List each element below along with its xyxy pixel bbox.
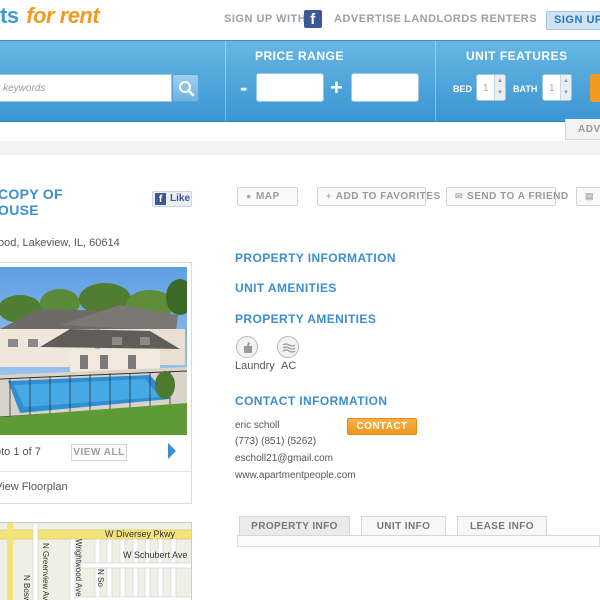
search-icon	[179, 81, 195, 97]
signup-with-facebook-link[interactable]: SIGN UP WITH	[224, 13, 306, 25]
unit-amenities-heading[interactable]: UNIT AMENITIES	[235, 281, 337, 295]
laundry-icon	[236, 336, 258, 358]
map-street-label: W Schubert Ave	[123, 550, 188, 560]
view-all-photos-button[interactable]: VIEW ALL	[71, 444, 127, 461]
map-button-label: MAP	[255, 191, 280, 202]
find-button[interactable]	[590, 74, 600, 102]
stepper-arrows-icon[interactable]: ▲ ▼	[494, 75, 505, 100]
signup-button[interactable]: SIGN UP	[546, 11, 600, 30]
map-street-label: N So	[96, 569, 105, 587]
price-range-title: PRICE RANGE	[255, 49, 344, 63]
unit-features-title: UNIT FEATURES	[466, 49, 568, 63]
map-street-label: Wrightwood Ave	[74, 539, 83, 597]
location-map[interactable]: W Diversey Pkwy W Schubert Ave N Boswort…	[0, 522, 192, 600]
gray-strip	[0, 141, 600, 155]
property-address: ood, Lakeview, IL, 60614	[0, 237, 120, 249]
send-to-friend-button[interactable]: ✉ SEND TO A FRIEND	[446, 187, 568, 206]
map-street-label: N Bosworth Av	[22, 575, 31, 600]
band-divider	[435, 41, 436, 121]
like-label: Like	[170, 193, 191, 204]
keyword-search-input[interactable]: r keywords	[0, 74, 172, 102]
bath-label: BATH	[513, 84, 538, 94]
bed-stepper[interactable]: 1 ▲ ▼	[476, 74, 506, 101]
price-min-input[interactable]	[256, 73, 324, 102]
view-floorplan-link[interactable]: View Floorplan	[0, 481, 68, 493]
ac-icon	[277, 336, 299, 358]
map-street-label: W Diversey Pkwy	[105, 529, 176, 539]
bath-value: 1	[549, 83, 555, 94]
property-amenities-heading[interactable]: PROPERTY AMENITIES	[235, 312, 376, 326]
keyword-placeholder: r keywords	[0, 83, 46, 94]
add-favorites-label: ADD TO FAVORITES	[335, 191, 441, 202]
card-divider	[0, 471, 191, 472]
search-button[interactable]	[172, 74, 199, 102]
add-to-favorites-button[interactable]: + ADD TO FAVORITES	[317, 187, 440, 206]
property-title-line1: COPY OF	[0, 186, 63, 202]
property-title: COPY OF OUSE	[0, 186, 108, 218]
bed-label: BED	[453, 84, 473, 94]
stepper-arrows-icon[interactable]: ▲ ▼	[560, 75, 571, 100]
map-button[interactable]: ● MAP	[237, 187, 298, 206]
amenity-label: Laundry	[235, 360, 275, 372]
logo-text-part1: ts	[0, 3, 19, 28]
print-icon: ▤	[585, 191, 595, 201]
plus-icon: +	[326, 191, 332, 201]
signup-with-label: SIGN UP WITH	[224, 13, 307, 25]
property-information-heading[interactable]: PROPERTY INFORMATION	[235, 251, 396, 265]
photo-gallery-card: oto 1 of 7 VIEW ALL View Floorplan	[0, 262, 192, 504]
map-street-label: N Greenview Ave	[41, 543, 50, 600]
band-divider	[225, 41, 226, 121]
amenity-label: AC	[281, 360, 297, 372]
top-header: ts for rent SIGN UP WITH f ADVERTISE LAN…	[0, 0, 600, 40]
contact-phone: (773) (851) (5262)	[235, 436, 317, 447]
facebook-icon: f	[155, 193, 166, 205]
landlords-link[interactable]: LANDLORDS	[404, 13, 478, 25]
advanced-search-button[interactable]: ADVA	[565, 119, 600, 140]
facebook-like-button[interactable]: f Like	[152, 191, 192, 207]
logo-text-part2: for rent	[26, 3, 100, 28]
tab-lease-info[interactable]: LEASE INFO	[457, 516, 547, 536]
envelope-icon: ✉	[455, 191, 464, 201]
contact-email[interactable]: escholl21@gmail.com	[235, 453, 333, 464]
search-band: r keywords PRICE RANGE - + UNIT FEATURES…	[0, 40, 600, 122]
contact-us-button[interactable]: CONTACT US	[347, 418, 417, 447]
contact-name: eric scholl	[235, 420, 280, 431]
property-photo-image	[0, 267, 187, 435]
price-max-input[interactable]	[351, 73, 419, 102]
minus-icon: -	[240, 75, 248, 100]
contact-website[interactable]: www.apartmentpeople.com	[235, 470, 356, 481]
map-pin-icon: ●	[246, 191, 252, 201]
next-photo-arrow-icon[interactable]	[168, 443, 176, 459]
facebook-icon[interactable]: f	[304, 10, 322, 28]
tab-panel	[237, 535, 600, 547]
tab-unit-info[interactable]: UNIT INFO	[361, 516, 446, 536]
send-friend-label: SEND TO A FRIEND	[467, 191, 569, 202]
renters-link[interactable]: RENTERS	[481, 13, 537, 25]
bath-stepper[interactable]: 1 ▲ ▼	[542, 74, 572, 101]
property-title-line2: OUSE	[0, 202, 39, 218]
bed-value: 1	[483, 83, 489, 94]
site-logo[interactable]: ts for rent	[0, 3, 100, 29]
print-button[interactable]: ▤	[576, 187, 600, 206]
plus-icon: +	[330, 75, 343, 100]
photo-counter: oto 1 of 7	[0, 446, 41, 458]
contact-information-heading: CONTACT INFORMATION	[235, 394, 388, 408]
tab-property-info[interactable]: PROPERTY INFO	[239, 516, 350, 536]
advertise-link[interactable]: ADVERTISE	[334, 13, 401, 25]
property-photo[interactable]	[0, 267, 187, 435]
